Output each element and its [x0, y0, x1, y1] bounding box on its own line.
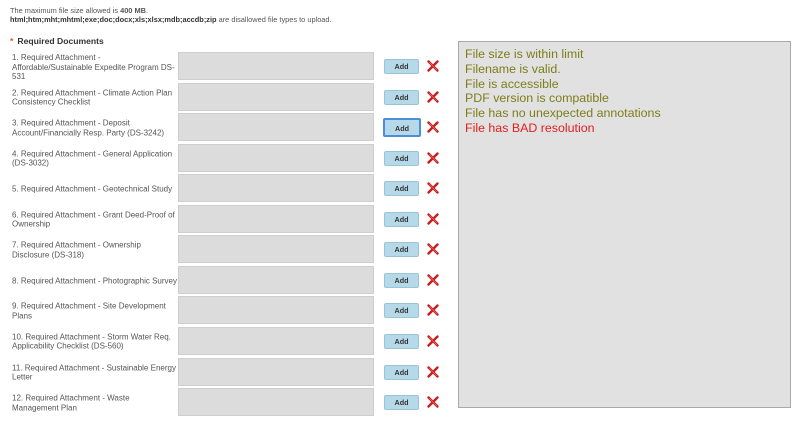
attachment-label: 3. Required Attachment - Deposit Account…	[12, 118, 165, 138]
add-button[interactable]: Add	[384, 303, 419, 319]
validation-success: File is accessible	[465, 76, 559, 91]
validation-success: PDF version is compatible	[465, 91, 609, 106]
attachment-label: 5. Required Attachment - Geotechnical St…	[12, 184, 173, 194]
add-button[interactable]: Add	[383, 118, 421, 138]
delete-x-icon[interactable]	[426, 242, 440, 256]
delete-x-icon[interactable]	[426, 365, 440, 379]
attachment-row: 12. Required Attachment - Waste Manageme…	[0, 388, 455, 418]
attachment-row: 8. Required Attachment - Photographic Su…	[0, 265, 455, 296]
delete-x-icon[interactable]	[426, 334, 440, 348]
attachment-label: 10. Required Attachment - Storm Water Re…	[12, 332, 171, 351]
attachment-row: 6. Required Attachment - Grant Deed-Proo…	[0, 204, 455, 235]
attachment-label: 4. Required Attachment - General Applica…	[12, 149, 173, 168]
delete-x-icon[interactable]	[426, 181, 440, 195]
disallowed-types-line: html;htm;mht;mhtml;exe;doc;docx;xls;xlsx…	[10, 15, 332, 24]
delete-x-icon[interactable]	[426, 120, 440, 134]
add-button[interactable]: Add	[384, 89, 419, 105]
add-button[interactable]: Add	[384, 333, 419, 349]
file-drop-zone[interactable]	[178, 357, 374, 386]
delete-x-icon[interactable]	[426, 151, 440, 165]
file-drop-zone[interactable]	[178, 113, 374, 142]
file-drop-zone[interactable]	[178, 235, 374, 264]
add-button[interactable]: Add	[384, 150, 419, 166]
delete-x-icon[interactable]	[426, 212, 440, 226]
delete-x-icon[interactable]	[426, 303, 440, 317]
file-drop-zone[interactable]	[178, 82, 374, 111]
required-documents-header: * Required Documents	[10, 36, 104, 46]
add-button[interactable]: Add	[384, 272, 419, 288]
attachment-row: 2. Required Attachment - Climate Action …	[0, 82, 455, 113]
add-button[interactable]: Add	[384, 364, 419, 380]
file-drop-zone[interactable]	[178, 388, 374, 417]
file-drop-zone[interactable]	[178, 143, 374, 172]
delete-x-icon[interactable]	[426, 395, 440, 409]
attachment-label: 2. Required Attachment - Climate Action …	[12, 88, 173, 107]
attachment-label: 9. Required Attachment - Site Developmen…	[12, 301, 166, 321]
add-button[interactable]: Add	[384, 211, 419, 227]
delete-x-icon[interactable]	[426, 273, 440, 287]
section-title: Required Documents	[17, 36, 104, 46]
file-drop-zone[interactable]	[178, 265, 374, 294]
attachment-row: 5. Required Attachment - Geotechnical St…	[0, 174, 455, 204]
upload-notice: The maximum file size allowed is 400 MB.…	[10, 6, 332, 24]
attachment-row: 7. Required Attachment - Ownership Discl…	[0, 235, 455, 265]
attachment-row: 11. Required Attachment - Sustainable En…	[0, 357, 455, 388]
validation-panel: File size is within limit Filename is val…	[458, 41, 791, 408]
attachment-label: 8. Required Attachment - Photographic Su…	[12, 276, 177, 286]
add-button[interactable]: Add	[384, 59, 419, 74]
file-drop-zone[interactable]	[178, 296, 374, 325]
attachment-label: 11. Required Attachment - Sustainable En…	[12, 363, 176, 382]
attachment-row: 3. Required Attachment - Deposit Account…	[0, 113, 455, 143]
validation-success: File has no unexpected annotations	[465, 106, 661, 121]
validation-success: Filename is valid.	[465, 61, 561, 76]
attachment-label: 6. Required Attachment - Grant Deed-Proo…	[12, 210, 175, 229]
max-size-value: 400 MB	[120, 6, 146, 15]
attachment-row: 10. Required Attachment - Storm Water Re…	[0, 326, 455, 357]
attachment-label: 12. Required Attachment - Waste Manageme…	[12, 393, 130, 413]
attachment-row: 4. Required Attachment - General Applica…	[0, 143, 455, 174]
file-drop-zone[interactable]	[178, 204, 374, 233]
file-drop-zone[interactable]	[178, 52, 374, 80]
file-drop-zone[interactable]	[178, 326, 374, 355]
required-marker: *	[10, 36, 14, 46]
add-button[interactable]: Add	[384, 395, 419, 411]
delete-x-icon[interactable]	[426, 90, 440, 104]
validation-success: File size is within limit	[465, 47, 584, 61]
attachment-label: 7. Required Attachment - Ownership Discl…	[12, 240, 141, 260]
attachment-label: 1. Required Attachment - Affordable/Sust…	[12, 52, 175, 81]
add-button[interactable]: Add	[384, 242, 419, 258]
disallowed-types: html;htm;mht;mhtml;exe;doc;docx;xls;xlsx…	[10, 15, 217, 24]
validation-error: File has BAD resolution	[465, 120, 595, 135]
attachment-row: 1. Required Attachment - Affordable/Sust…	[0, 52, 455, 82]
max-size-line: The maximum file size allowed is 400 MB.	[10, 6, 149, 15]
add-button[interactable]: Add	[384, 181, 419, 197]
attachment-row: 9. Required Attachment - Site Developmen…	[0, 296, 455, 326]
delete-x-icon[interactable]	[426, 59, 440, 73]
file-drop-zone[interactable]	[178, 174, 374, 203]
